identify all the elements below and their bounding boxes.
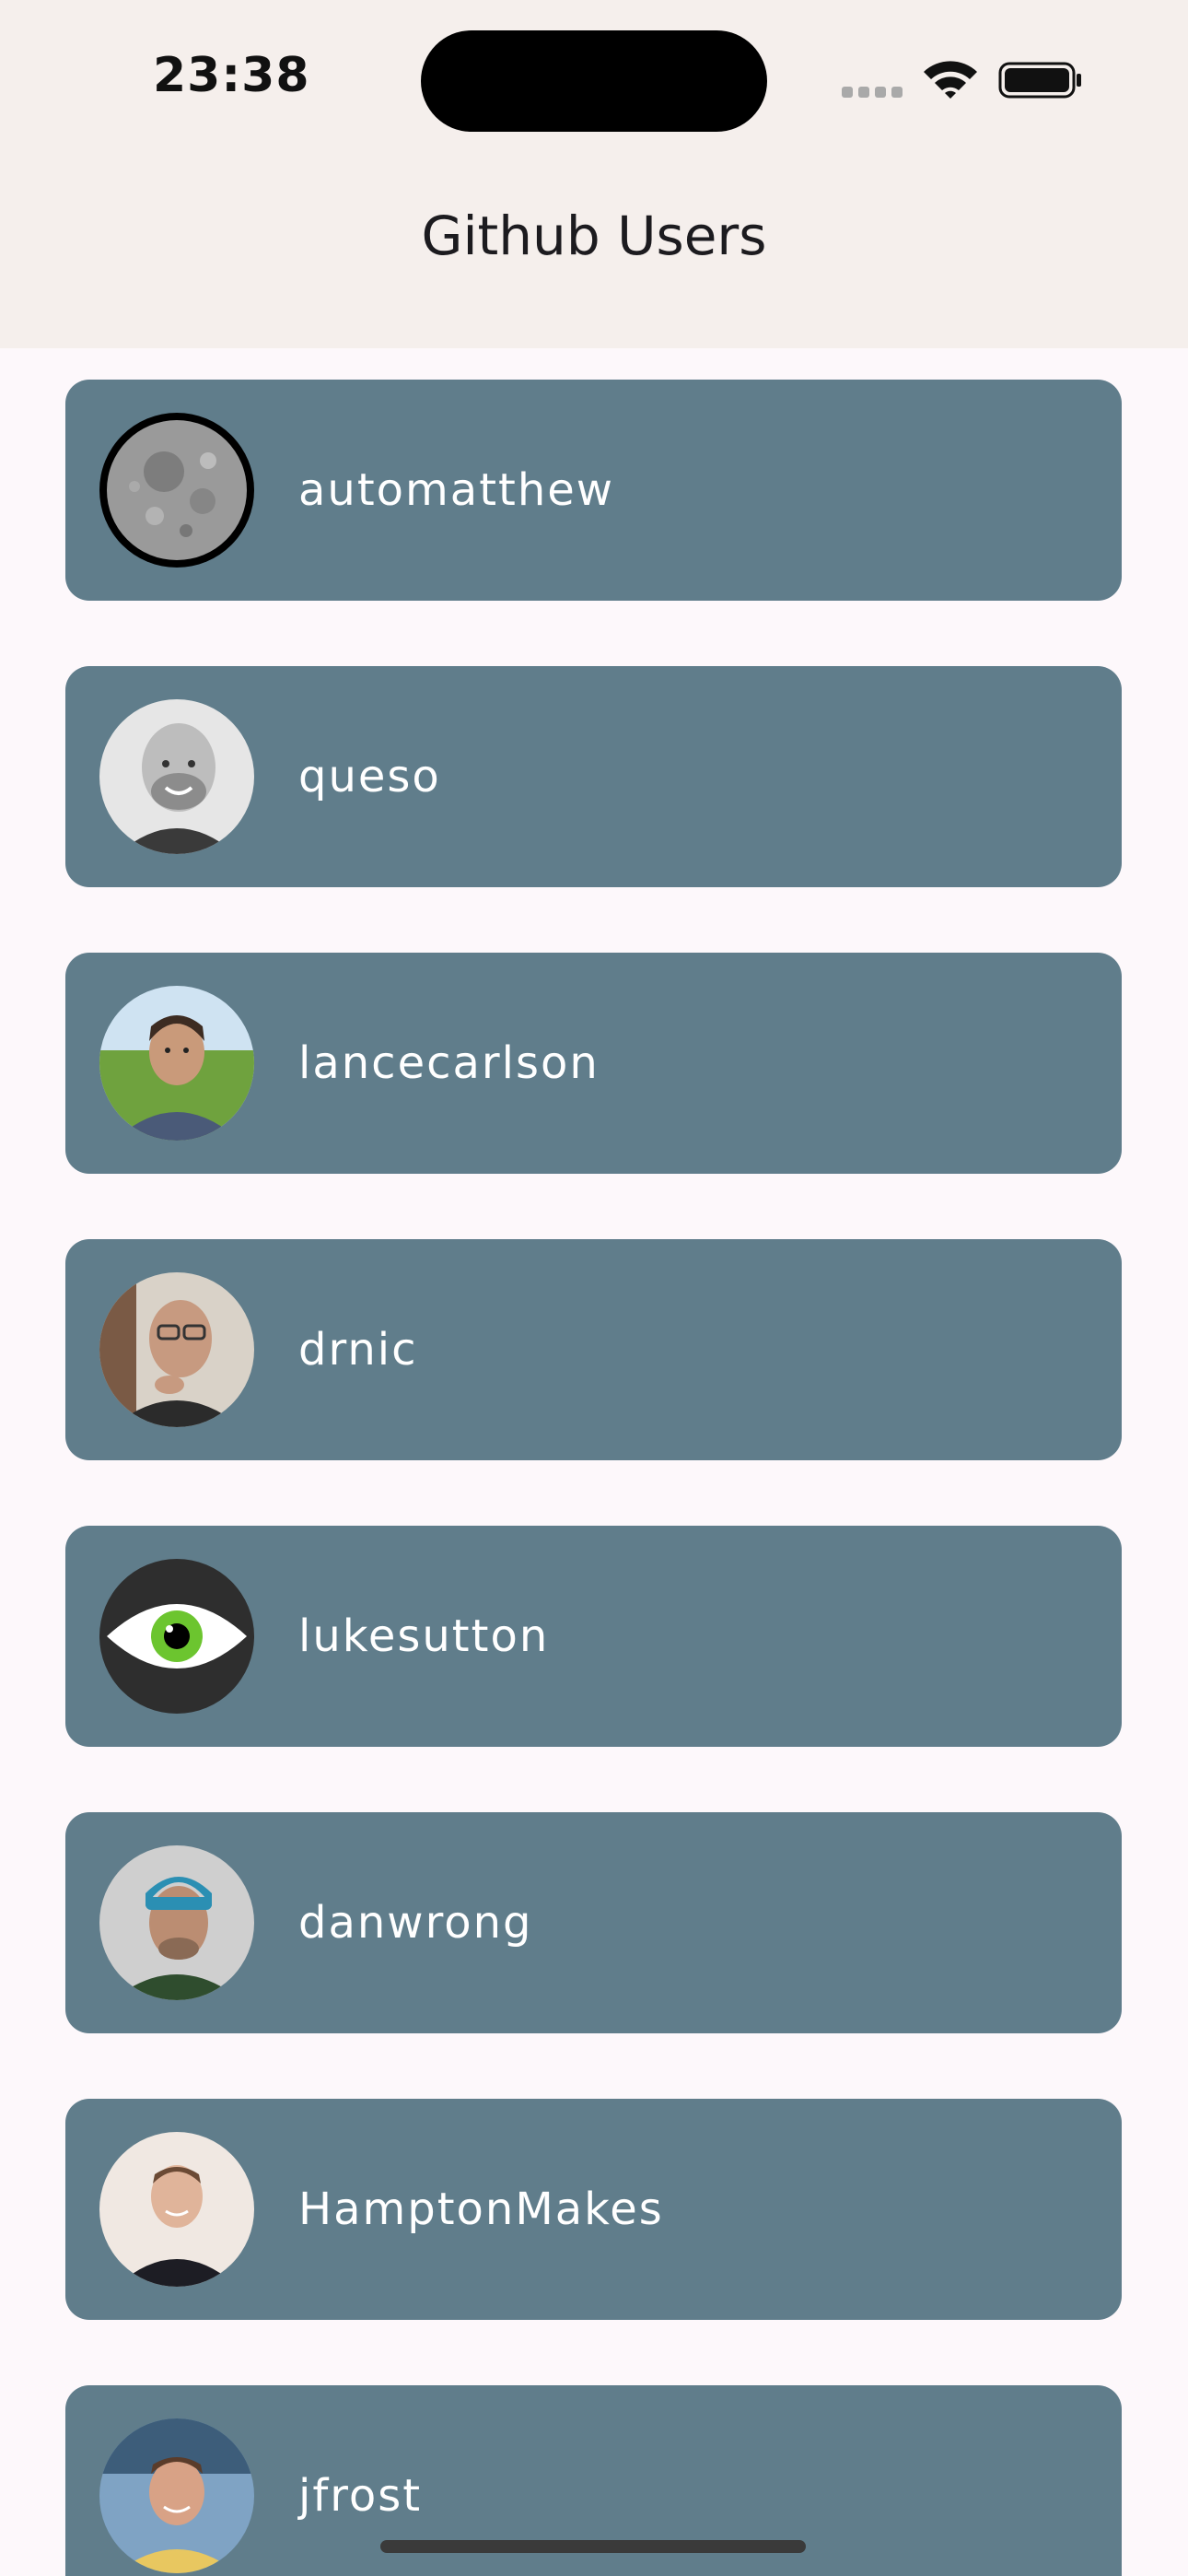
man-glasses-avatar [99,1272,254,1427]
user-login: queso [298,751,441,802]
user-login: automatthew [298,464,615,516]
man-yellow-shirt-avatar [99,2418,254,2573]
green-eye-avatar-icon [99,1559,254,1714]
user-list[interactable]: automatthew queso lancecarlson drnic luk… [0,348,1188,2576]
user-login: lukesutton [298,1610,550,1662]
user-card[interactable]: lukesutton [65,1526,1122,1747]
page-title: Github Users [421,205,767,267]
cellular-signal-icon [842,87,904,98]
moon-avatar [99,413,254,568]
man-yellow-shirt-avatar-photo [99,2418,254,2573]
user-card[interactable]: queso [65,666,1122,887]
user-login: HamptonMakes [298,2184,664,2235]
moon-avatar-photo [99,413,254,568]
man-beanie-avatar [99,1845,254,2000]
battery-icon [998,62,1081,99]
screen: 23:38 Github Users automatthew queso lan… [0,0,1188,2576]
bald-man-bw-avatar-photo [99,699,254,854]
home-indicator[interactable] [380,2540,806,2553]
man-black-sweater-avatar [99,2132,254,2287]
man-outdoors-avatar-photo [99,986,254,1141]
user-card[interactable]: drnic [65,1239,1122,1460]
man-outdoors-avatar [99,986,254,1141]
man-beanie-avatar-photo [99,1845,254,2000]
bald-man-bw-avatar [99,699,254,854]
user-card[interactable]: automatthew [65,380,1122,601]
man-black-sweater-avatar-photo [99,2132,254,2287]
user-login: lancecarlson [298,1037,600,1089]
user-card[interactable]: danwrong [65,1812,1122,2033]
user-card[interactable]: lancecarlson [65,953,1122,1174]
status-time: 23:38 [153,48,310,103]
dynamic-island [421,30,767,132]
green-eye-avatar [99,1559,254,1714]
user-card[interactable]: HamptonMakes [65,2099,1122,2320]
wifi-icon [924,61,977,99]
user-login: danwrong [298,1897,533,1949]
user-login: drnic [298,1324,418,1376]
app-header: 23:38 Github Users [0,0,1188,348]
man-glasses-avatar-photo [99,1272,254,1427]
